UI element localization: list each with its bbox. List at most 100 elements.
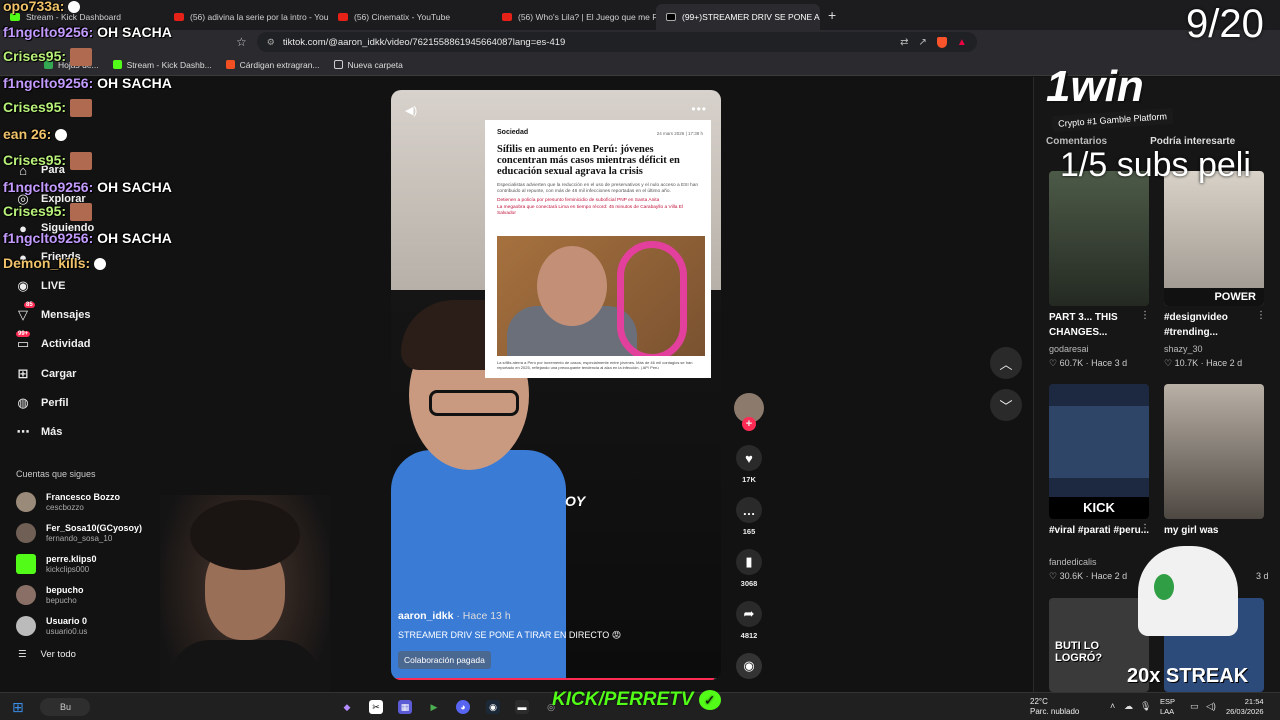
tab-tiktok-active[interactable]: (99+)STREAMER DRIV SE PONE A✕ — [656, 4, 820, 30]
tab-youtube-cinematix[interactable]: (56) Cinematix - YouTube — [328, 4, 492, 30]
app-icon[interactable]: ▬ — [515, 700, 529, 714]
card-title[interactable]: my girl was — [1164, 523, 1268, 538]
tab-youtube-lila[interactable]: (56) Who's Lila? | El Juego que me Re — [492, 4, 656, 30]
suggested-video-thumbnail[interactable] — [1164, 384, 1264, 519]
thumb-overlay-text: BUTI LO LOGRÓ? — [1055, 640, 1103, 664]
nav-label: Actividad — [41, 338, 91, 350]
suggested-video-thumbnail[interactable]: POWER — [1164, 171, 1264, 306]
chat-text: OH SACHA — [97, 75, 172, 91]
weather-widget[interactable]: 22°C Parc. nublado — [1030, 697, 1079, 717]
card-stats: ♡ 60.7K · Hace 3 d — [1049, 358, 1128, 368]
face-emote-icon — [69, 152, 92, 171]
chat-text: OH SACHA — [97, 179, 172, 195]
chat-message: f1ngclto9256: OH SACHA — [3, 24, 172, 40]
new-tab-button[interactable]: + — [828, 7, 836, 23]
discord-icon[interactable]: ◕ — [456, 700, 470, 714]
clock[interactable]: 21:54 26/03/2026 — [1226, 697, 1264, 717]
follow-plus-icon[interactable]: + — [742, 417, 756, 431]
creator-avatar-button[interactable]: + — [732, 393, 766, 431]
nav-actividad[interactable]: ▭ 99+ Actividad — [14, 331, 91, 353]
suggested-video-thumbnail[interactable] — [1049, 171, 1149, 306]
youtube-favicon-icon — [174, 13, 184, 21]
card-user[interactable]: shazy_30 — [1164, 344, 1203, 354]
share-icon[interactable]: ↗ — [918, 37, 926, 48]
bookmark-kick-dashboard[interactable]: Stream - Kick Dashb... — [112, 60, 212, 70]
nav-mensajes[interactable]: ▽ 85 Mensajes — [14, 302, 91, 324]
awareness-ribbon-icon — [617, 241, 687, 356]
suggested-video-thumbnail[interactable]: KICK — [1049, 384, 1149, 519]
followed-account[interactable]: Francesco Bozzo cescbozzo — [16, 492, 120, 512]
more-icon: ⋯ — [16, 424, 30, 439]
video-player[interactable]: Sociedad 24 mars 2026 | 17:38 h Sífilis … — [391, 90, 721, 680]
tiktok-favicon-icon — [666, 13, 676, 21]
share-button[interactable]: ➦ 4812 — [732, 601, 766, 640]
microphone-icon[interactable]: 🎙 — [1140, 701, 1151, 712]
streamer-webcam — [160, 495, 330, 720]
card-title[interactable]: #designvideo #trending... — [1164, 310, 1268, 340]
next-video-button[interactable]: ﹀ — [990, 389, 1022, 421]
volume-icon[interactable]: ◁) — [1206, 701, 1216, 712]
video-progress-bar[interactable] — [391, 678, 721, 680]
comment-count: 165 — [742, 527, 756, 536]
card-more-icon[interactable]: ⋮ — [1256, 310, 1266, 321]
like-button[interactable]: ♥ 17K — [732, 445, 766, 484]
site-info-icon[interactable]: ⚙ — [267, 37, 275, 48]
url-field[interactable]: ⚙ tiktok.com/@aaron_idkk/video/762155886… — [256, 32, 977, 52]
tab-label: (56) adivina la serie por la intro - You — [190, 12, 328, 22]
nav-label: Más — [41, 426, 63, 438]
bookmark-cardigan[interactable]: Cárdigan extragran... — [225, 60, 320, 70]
chat-text: OH SACHA — [97, 24, 172, 40]
card-user[interactable]: godaresai — [1049, 344, 1089, 354]
nav-cargar[interactable]: ⊞ Cargar — [14, 365, 77, 383]
followed-account[interactable]: Usuario 0 usuario0.us — [16, 616, 87, 636]
volume-icon[interactable]: ◀) — [405, 104, 417, 117]
followed-account[interactable]: Fer_Sosa10(GCyosoy) fernando_sosa_10 — [16, 523, 142, 543]
thumb-overlay-text: KICK — [1049, 497, 1149, 519]
followed-account[interactable]: perre.klips0 kickclips000 — [16, 554, 97, 574]
comment-button[interactable]: … 165 — [732, 497, 766, 536]
followed-account[interactable]: bepucho bepucho — [16, 585, 84, 605]
bookmark-folder[interactable]: Nueva carpeta — [333, 60, 403, 70]
chat-user: Demon_kills: — [3, 255, 91, 271]
network-icon[interactable]: ▭ — [1190, 701, 1199, 712]
play-icon[interactable]: ▶ — [427, 700, 441, 714]
translate-icon[interactable]: ⇄ — [900, 37, 908, 48]
nav-live[interactable]: ◉ LIVE — [14, 277, 65, 295]
chevron-up-icon[interactable]: ˄ — [1110, 701, 1115, 711]
bookmark-icon[interactable]: ☆ — [236, 35, 247, 49]
face-emote-icon — [69, 99, 92, 118]
steam-icon[interactable]: ◉ — [486, 700, 500, 714]
save-button[interactable]: ▮ 3068 — [732, 549, 766, 588]
card-more-icon[interactable]: ⋮ — [1140, 523, 1150, 534]
card-title[interactable]: PART 3... THIS CHANGES... — [1049, 310, 1153, 340]
chat-message: f1ngclto9256: OH SACHA — [3, 75, 172, 91]
youtube-favicon-icon — [338, 13, 348, 21]
card-more-icon[interactable]: ⋮ — [1140, 310, 1150, 321]
skull-emote-icon — [68, 1, 81, 14]
rewards-icon[interactable]: ▲ — [957, 37, 967, 48]
more-options-icon[interactable]: ••• — [691, 102, 707, 116]
nav-label: Mensajes — [41, 309, 91, 321]
brave-shield-icon[interactable] — [936, 36, 947, 48]
music-disc-button[interactable]: ◉ — [732, 653, 766, 683]
card-user[interactable]: fandedicalis — [1049, 557, 1097, 567]
chat-message: Demon_kills: — [3, 255, 107, 271]
see-all-link[interactable]: ☰ Ver todo — [18, 649, 76, 660]
taskbar-search[interactable]: Bu — [40, 698, 90, 716]
card-title[interactable]: #viral #parati #peru... — [1049, 523, 1153, 538]
article-photo — [497, 236, 705, 356]
video-author[interactable]: aaron_idkk · Hace 13 h — [398, 610, 708, 622]
windows-start-icon[interactable]: ⊞ — [12, 699, 24, 716]
language-indicator[interactable]: ESP LAA — [1160, 697, 1175, 717]
url-tools: ⇄ ↗ ▲ — [900, 36, 977, 48]
nav-mas[interactable]: ⋯ Más — [14, 423, 63, 441]
app-icon[interactable]: ◆ — [340, 700, 354, 714]
previous-video-button[interactable]: ︿ — [990, 347, 1022, 379]
nav-label: Perfil — [41, 397, 69, 409]
nav-perfil[interactable]: ◍ Perfil — [14, 394, 69, 412]
tab-youtube-intro[interactable]: (56) adivina la serie por la intro - You — [164, 4, 328, 30]
app-grid-icon[interactable]: ▦ — [398, 700, 412, 714]
onedrive-icon[interactable]: ☁ — [1124, 701, 1133, 712]
card-stats: ♡ 10.7K · Hace 2 d — [1164, 358, 1243, 368]
capcut-icon[interactable]: ✂ — [369, 700, 383, 714]
